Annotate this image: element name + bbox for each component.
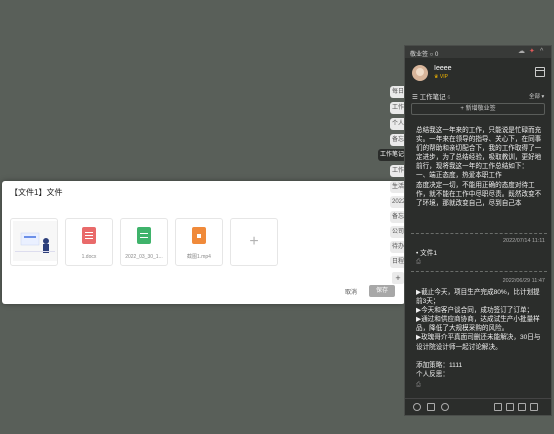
side-tab-active[interactable]: 工作笔记: [378, 149, 406, 161]
cancel-button[interactable]: 取消: [345, 287, 357, 296]
add-icon[interactable]: [494, 403, 502, 411]
file-name: 截图1.mp4: [187, 254, 211, 260]
vip-badge: ♛ VIP: [434, 74, 448, 80]
add-file-button[interactable]: +: [230, 218, 278, 266]
image-thumbnail: [13, 221, 57, 261]
file-card-spreadsheet[interactable]: 2022_03_30_1...: [120, 218, 168, 266]
panel-bottombar: [405, 398, 551, 415]
notes-list: 总结我这一年来的工作，只能说是忙碌而充实。一年来在领导的指导、关心下，在同事们的…: [405, 120, 553, 397]
collapse-icon[interactable]: ^: [540, 48, 547, 55]
document-icon: [82, 227, 96, 244]
file-name: 2022_03_30_1...: [125, 254, 163, 260]
file-dialog: 【文件1】文件 1.docx 2022_03_30_1... 截图1.mp4 +…: [2, 181, 405, 304]
panel-topbar: 敬业签 ○ 0 ☁ ✦ ^: [405, 46, 551, 58]
add-tab-button[interactable]: +: [392, 272, 404, 284]
notes-panel: 敬业签 ○ 0 ☁ ✦ ^ Ieeee ♛ VIP ☰ 工作笔记 6 全部 ▾ …: [404, 45, 552, 416]
file-name: 1.docx: [81, 254, 97, 260]
username: Ieeee: [434, 65, 452, 72]
dialog-title: 【文件1】文件: [10, 188, 63, 197]
attachment-icon: ⎙: [416, 259, 421, 265]
note-content[interactable]: • 文件1: [416, 249, 544, 258]
note-date: 2022/06/29 11:47: [502, 278, 545, 284]
divider: [411, 271, 547, 272]
video-icon: [192, 227, 206, 244]
new-note-button[interactable]: + 新增敬业签: [411, 103, 545, 115]
save-button[interactable]: 保存: [369, 285, 395, 297]
clock-icon[interactable]: [413, 403, 421, 411]
image-icon[interactable]: [506, 403, 514, 411]
calendar-icon[interactable]: [535, 67, 545, 77]
filter-dropdown[interactable]: 全部 ▾: [529, 92, 544, 100]
calendar-icon[interactable]: [427, 403, 435, 411]
note-content[interactable]: 总结我这一年来的工作，只能说是忙碌而充实。一年来在领导的指导、关心下，在同事们的…: [416, 126, 544, 208]
note-content[interactable]: ▶截止今天，项目生产完成80%，比计划提前3天； ▶今天和客户谈合同，成功签订了…: [416, 288, 544, 379]
share-icon[interactable]: [518, 403, 526, 411]
cloud-icon[interactable]: ☁: [518, 48, 525, 55]
divider: [411, 233, 547, 234]
search-icon[interactable]: [441, 403, 449, 411]
menu-icon[interactable]: [530, 403, 538, 411]
note-date: 2022/07/14 11:11: [502, 238, 545, 244]
section-title: ☰ 工作笔记 6: [412, 94, 451, 101]
avatar[interactable]: [412, 65, 428, 81]
file-card-docx[interactable]: 1.docx: [65, 218, 113, 266]
attachment-icon: ⎙: [416, 382, 421, 388]
file-card-image[interactable]: [10, 218, 58, 266]
file-card-video[interactable]: 截图1.mp4: [175, 218, 223, 266]
app-title: 敬业签 ○ 0: [410, 52, 439, 58]
spreadsheet-icon: [137, 227, 151, 244]
pin-icon[interactable]: ✦: [529, 48, 536, 55]
